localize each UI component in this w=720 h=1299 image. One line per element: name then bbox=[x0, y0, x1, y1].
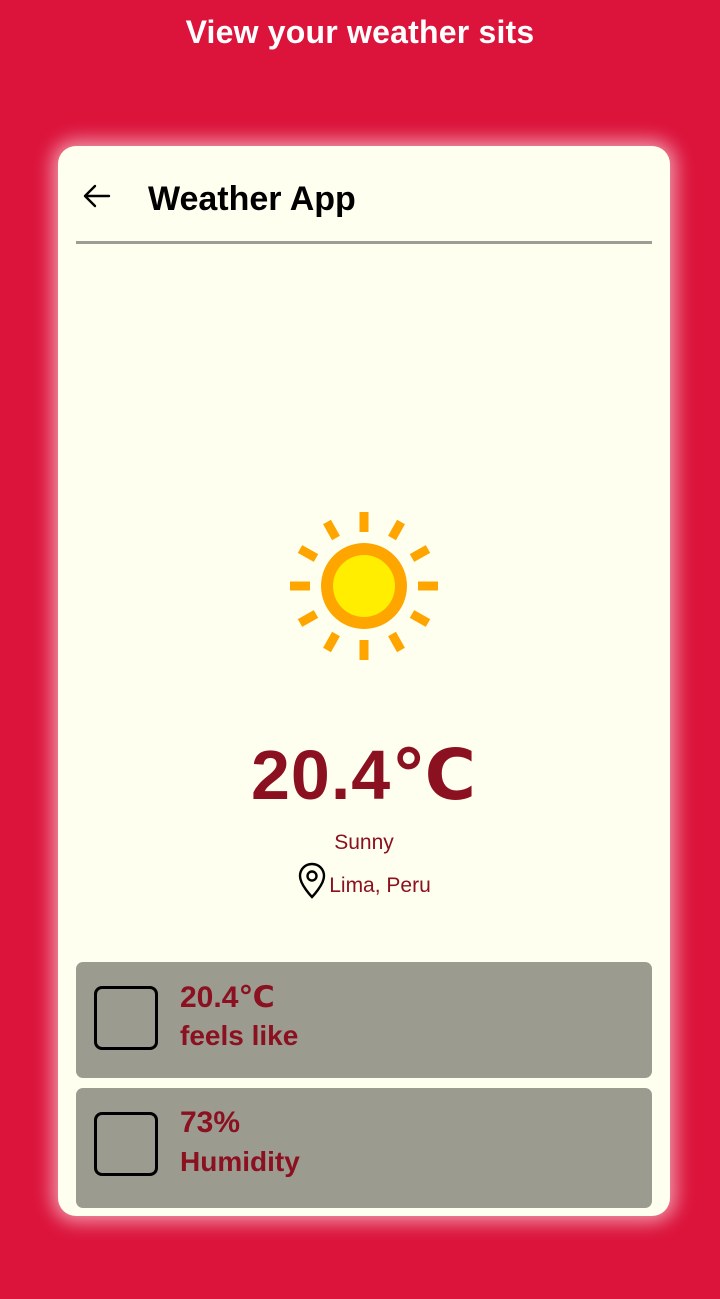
humidity-label: Humidity bbox=[180, 1146, 300, 1177]
location-text: Lima, Peru bbox=[329, 874, 431, 897]
feels-like-label: feels like bbox=[180, 1020, 299, 1051]
location-row: Lima, Peru bbox=[58, 862, 670, 900]
app-title: Weather App bbox=[148, 180, 356, 218]
feels-like-card: 20.4℃ feels like bbox=[76, 962, 652, 1078]
humidity-value: 73% bbox=[180, 1106, 241, 1139]
humidity-card: 73% Humidity bbox=[76, 1088, 652, 1208]
page-heading: View your weather sits bbox=[185, 14, 535, 50]
weather-card: Weather App 20.4℃ Sunny Lima, Peru 20.4℃… bbox=[58, 146, 670, 1216]
back-button[interactable] bbox=[80, 180, 112, 212]
humidity-icon bbox=[94, 1112, 158, 1176]
sun-icon bbox=[290, 512, 438, 660]
map-pin-icon bbox=[299, 862, 326, 899]
feels-like-icon bbox=[94, 986, 158, 1050]
current-temperature: 20.4℃ bbox=[250, 736, 477, 814]
feels-like-value: 20.4℃ bbox=[180, 981, 275, 1014]
screen: View your weather sits Weather App 20.4℃… bbox=[0, 0, 720, 1299]
weather-condition: Sunny bbox=[334, 831, 394, 854]
app-bar: Weather App bbox=[76, 146, 652, 244]
arrow-left-icon bbox=[83, 184, 111, 208]
